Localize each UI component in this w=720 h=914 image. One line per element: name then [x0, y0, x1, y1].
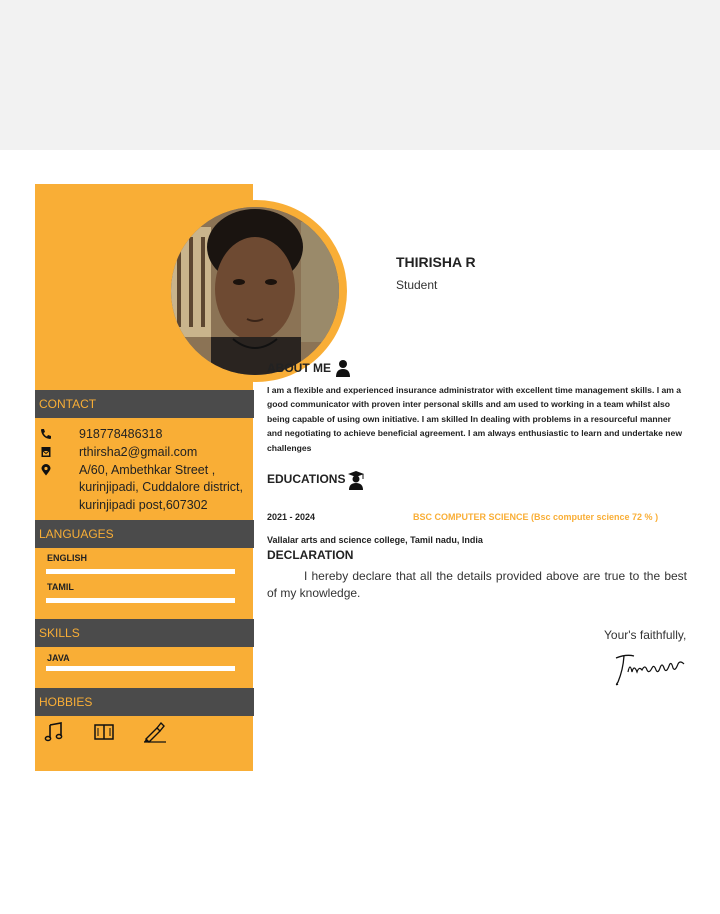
- contact-address-line-1: A/60, Ambethkar Street ,: [79, 463, 216, 477]
- declaration-text: I hereby declare that all the details pr…: [267, 569, 687, 600]
- person-role: Student: [396, 278, 438, 292]
- declaration-heading: DECLARATION: [267, 548, 354, 562]
- skill-level-bar: [46, 666, 235, 671]
- contact-address-line-2: kurinjipadi, Cuddalore district,: [79, 480, 243, 494]
- hobbies-header: HOBBIES: [35, 688, 254, 716]
- language-level-bar: [46, 569, 235, 574]
- about-me-heading: ABOUT ME: [267, 361, 331, 375]
- contact-address-line-3: kurinjipadi post,607302: [79, 498, 208, 512]
- language-label: ENGLISH: [47, 553, 88, 563]
- book-icon: [94, 724, 114, 740]
- graduate-icon: [348, 471, 364, 490]
- phone-icon: [41, 429, 51, 439]
- education-years: 2021 - 2024: [267, 512, 316, 522]
- email-icon: [41, 447, 51, 457]
- location-pin-icon: [41, 464, 51, 476]
- skills-header: SKILLS: [35, 619, 254, 647]
- top-gray-band: [0, 0, 720, 150]
- education-heading: EDUCATIONS: [267, 472, 346, 486]
- languages-header: LANGUAGES: [35, 520, 254, 548]
- signature: [615, 654, 685, 686]
- language-level-bar: [46, 598, 235, 603]
- contact-header: CONTACT: [35, 390, 254, 418]
- language-label: TAMIL: [47, 582, 74, 592]
- contact-phone[interactable]: 918778486318: [79, 427, 162, 441]
- person-name: THIRISHA R: [396, 254, 476, 270]
- profile-photo: [171, 207, 339, 375]
- contact-email[interactable]: rthirsha2@gmail.com: [79, 445, 197, 459]
- skill-label: JAVA: [47, 653, 70, 663]
- closing-phrase: Your's faithfully,: [604, 628, 687, 642]
- writing-hand-icon: [144, 721, 166, 743]
- about-me-text: I am a flexible and experienced insuranc…: [267, 385, 683, 453]
- person-icon: [336, 360, 350, 377]
- education-college: Vallalar arts and science college, Tamil…: [267, 535, 483, 545]
- education-degree: BSC COMPUTER SCIENCE (Bsc computer scien…: [413, 512, 659, 522]
- music-note-icon: [44, 722, 63, 742]
